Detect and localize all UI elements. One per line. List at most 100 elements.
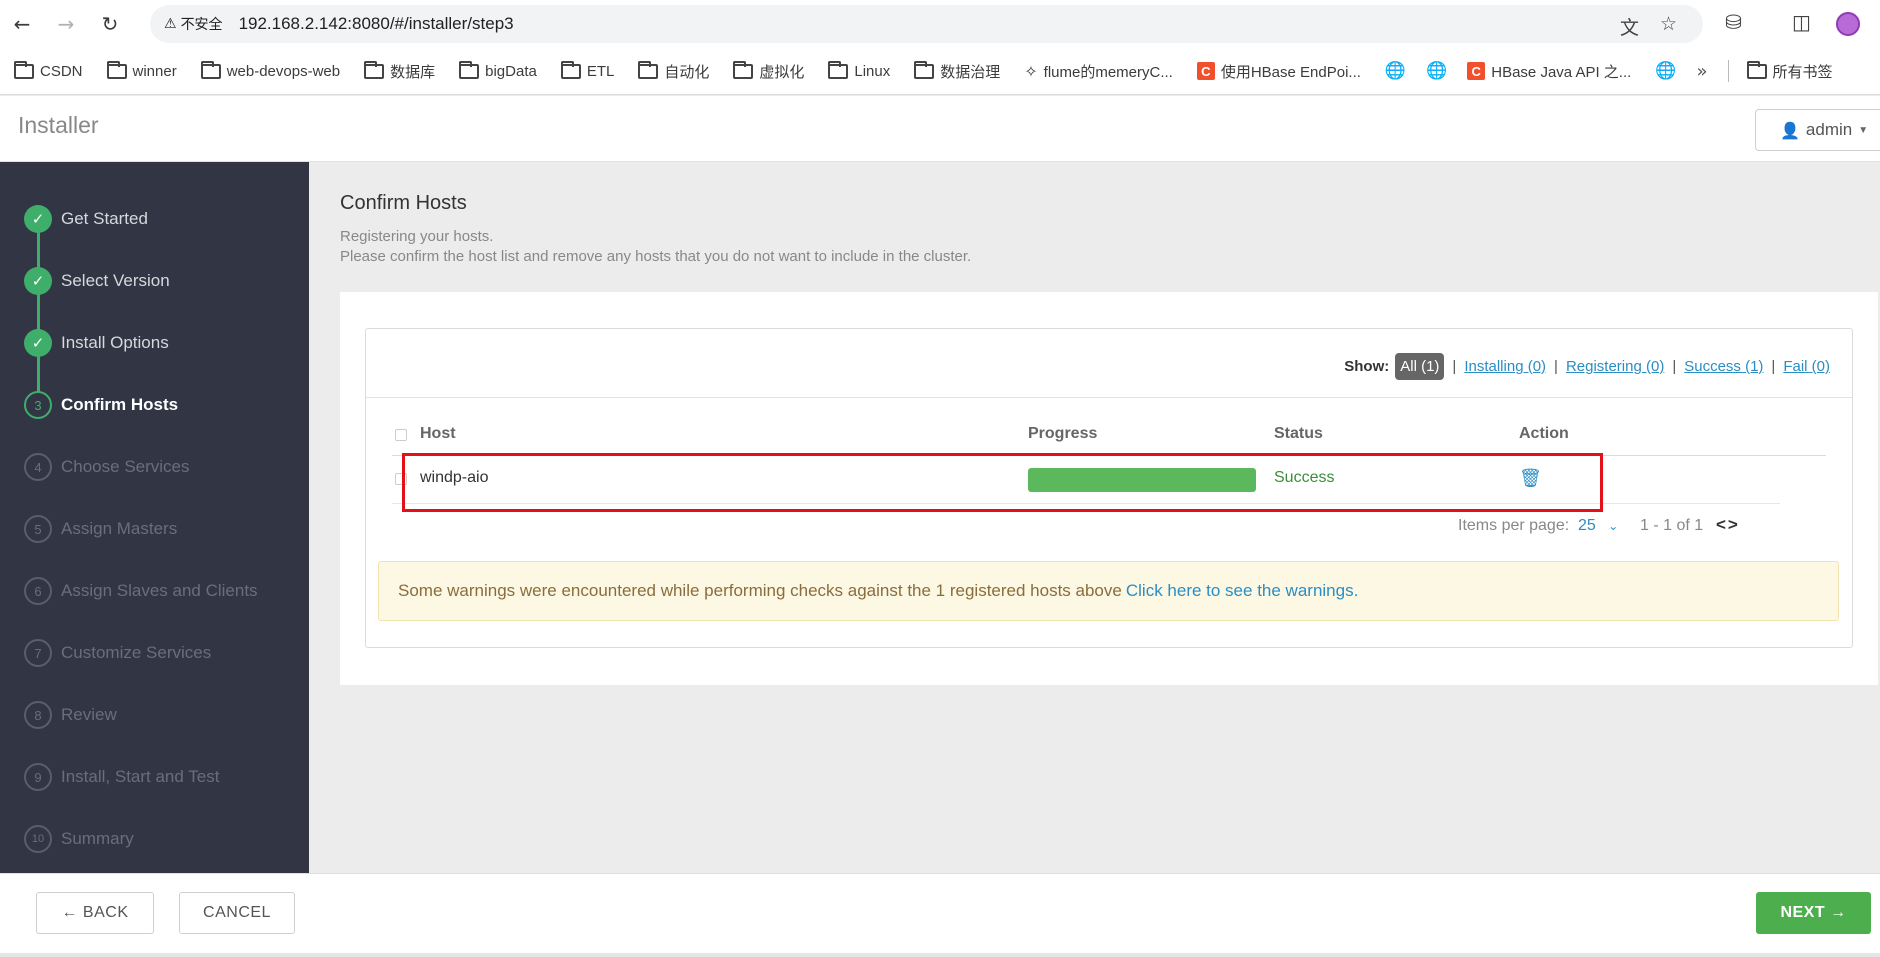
items-per-page-select[interactable]: 25 ⌄ — [1578, 517, 1618, 535]
bookmark-folder[interactable]: 虚拟化 — [733, 60, 804, 82]
back-button[interactable]: ← BACK — [36, 892, 154, 934]
step-confirm-hosts[interactable]: 3 Confirm Hosts — [24, 391, 178, 419]
folder-icon — [106, 60, 127, 79]
security-indicator[interactable]: ⚠ 不安全 — [164, 14, 235, 34]
url-text[interactable]: 192.168.2.142:8080/#/installer/step3 — [239, 14, 514, 34]
check-icon: ✓ — [24, 205, 52, 233]
step-number: 3 — [24, 391, 52, 419]
page-description: Please confirm the host list and remove … — [340, 248, 972, 265]
globe-icon[interactable]: 🌐 — [1385, 61, 1406, 81]
step-customize-services: 7 Customize Services — [24, 639, 211, 667]
puzzle-icon[interactable]: ⛁ — [1725, 10, 1742, 34]
bookmark-folder[interactable]: 数据库 — [364, 60, 435, 82]
step-number: 6 — [24, 577, 52, 605]
hosts-panel: Show: All (1) | Installing (0) | Registe… — [365, 328, 1853, 648]
app-title: Installer — [18, 112, 99, 138]
folder-icon — [828, 60, 849, 79]
step-number: 9 — [24, 763, 52, 791]
reload-icon[interactable]: ↻ — [88, 4, 132, 44]
warnings-text: Some warnings were encountered while per… — [398, 581, 1122, 600]
filter-installing[interactable]: Installing (0) — [1464, 358, 1546, 375]
bookmark-folder[interactable]: CSDN — [14, 60, 83, 80]
filter-all[interactable]: All (1) — [1395, 353, 1445, 380]
step-number: 7 — [24, 639, 52, 667]
bookmark-divider — [1727, 60, 1729, 82]
chevron-double-right-icon[interactable]: » — [1696, 61, 1707, 82]
bookmark-folder[interactable]: Linux — [828, 60, 890, 80]
bottom-strip — [0, 953, 1880, 957]
folder-icon — [638, 60, 659, 79]
step-install-start-test: 9 Install, Start and Test — [24, 763, 219, 791]
chevron-down-icon: ⌄ — [1608, 519, 1619, 533]
check-icon: ✓ — [24, 329, 52, 357]
bookmark-folder[interactable]: bigData — [459, 60, 537, 80]
step-progress-line — [37, 222, 40, 408]
folder-icon — [560, 60, 581, 79]
step-choose-services: 4 Choose Services — [24, 453, 190, 481]
user-menu-button[interactable]: 👤 admin ▼ — [1755, 109, 1880, 151]
items-per-page-label: Items per page: — [1458, 517, 1570, 534]
step-number: 4 — [24, 453, 52, 481]
bookmark-folder[interactable]: 数据治理 — [914, 60, 1000, 82]
red-highlight-box — [402, 453, 1603, 512]
step-select-version[interactable]: ✓ Select Version — [24, 267, 170, 295]
filter-fail[interactable]: Fail (0) — [1783, 358, 1830, 375]
folder-icon — [914, 60, 935, 79]
next-button[interactable]: NEXT → — [1756, 892, 1871, 934]
folder-icon — [733, 60, 754, 79]
column-header-host[interactable]: Host — [420, 425, 456, 443]
csdn-logo-icon: C — [1467, 62, 1486, 80]
wizard-footer: ← BACK CANCEL NEXT → — [0, 873, 1880, 953]
folder-icon — [1746, 60, 1767, 79]
cancel-button[interactable]: CANCEL — [179, 892, 295, 934]
app-header: Installer 👤 admin ▼ — [0, 96, 1880, 162]
warnings-link[interactable]: Click here to see the warnings. — [1126, 581, 1358, 601]
filter-registering[interactable]: Registering (0) — [1566, 358, 1664, 375]
csdn-logo-icon: C — [1196, 62, 1215, 80]
address-bar[interactable]: ⚠ 不安全 192.168.2.142:8080/#/installer/ste… — [150, 5, 1703, 43]
filter-success[interactable]: Success (1) — [1684, 358, 1763, 375]
user-icon: 👤 — [1780, 120, 1800, 140]
pagination-arrows[interactable]: <> — [1716, 515, 1740, 535]
page-icon: ✧ — [1024, 61, 1038, 81]
pagination-range: 1 - 1 of 1 — [1640, 517, 1704, 534]
step-install-options[interactable]: ✓ Install Options — [24, 329, 169, 357]
bookmark-page[interactable]: ✧ flume的memeryC... — [1024, 61, 1173, 82]
globe-icon[interactable]: 🌐 — [1655, 61, 1676, 81]
page-subtitle: Registering your hosts. — [340, 228, 494, 245]
bookmark-folder[interactable]: ETL — [560, 60, 614, 80]
star-icon[interactable]: ☆ — [1660, 13, 1677, 35]
bookmark-csdn[interactable]: C 使用HBase EndPoi... — [1196, 61, 1361, 82]
column-header-action: Action — [1519, 425, 1569, 442]
folder-icon — [200, 60, 221, 79]
select-all-checkbox[interactable] — [395, 429, 407, 441]
translate-icon[interactable]: 文 — [1620, 13, 1639, 40]
page-title: Confirm Hosts — [340, 192, 467, 214]
warning-triangle-icon: ⚠ — [164, 16, 177, 32]
profile-avatar[interactable] — [1836, 12, 1860, 36]
globe-icon[interactable]: 🌐 — [1426, 61, 1447, 81]
back-arrow-icon[interactable]: ← — [0, 4, 44, 44]
bookmarks-bar: CSDN winner web-devops-web 数据库 bigData E… — [0, 48, 1880, 95]
bookmark-folder-all[interactable]: 所有书签 — [1746, 60, 1833, 82]
security-label: 不安全 — [180, 16, 223, 32]
step-get-started[interactable]: ✓ Get Started — [24, 205, 148, 233]
filter-show-label: Show: — [1344, 358, 1390, 375]
bookmark-folder[interactable]: web-devops-web — [200, 60, 340, 80]
warnings-alert: Some warnings were encountered while per… — [378, 561, 1839, 621]
bookmark-csdn[interactable]: C HBase Java API 之... — [1467, 61, 1631, 82]
bookmark-folder[interactable]: 自动化 — [638, 60, 709, 82]
forward-arrow-icon[interactable]: → — [44, 4, 88, 44]
panel-divider — [366, 397, 1852, 398]
column-header-progress: Progress — [1028, 425, 1098, 442]
column-header-status: Status — [1274, 425, 1323, 442]
folder-icon — [14, 60, 34, 79]
step-number: 5 — [24, 515, 52, 543]
step-number: 10 — [24, 825, 52, 853]
step-review: 8 Review — [24, 701, 117, 729]
sidepanel-icon[interactable]: ◫ — [1792, 10, 1811, 34]
step-number: 8 — [24, 701, 52, 729]
browser-toolbar: ← → ↻ ⚠ 不安全 192.168.2.142:8080/#/install… — [0, 0, 1880, 48]
bookmark-folder[interactable]: winner — [106, 60, 177, 80]
folder-icon — [459, 60, 480, 79]
